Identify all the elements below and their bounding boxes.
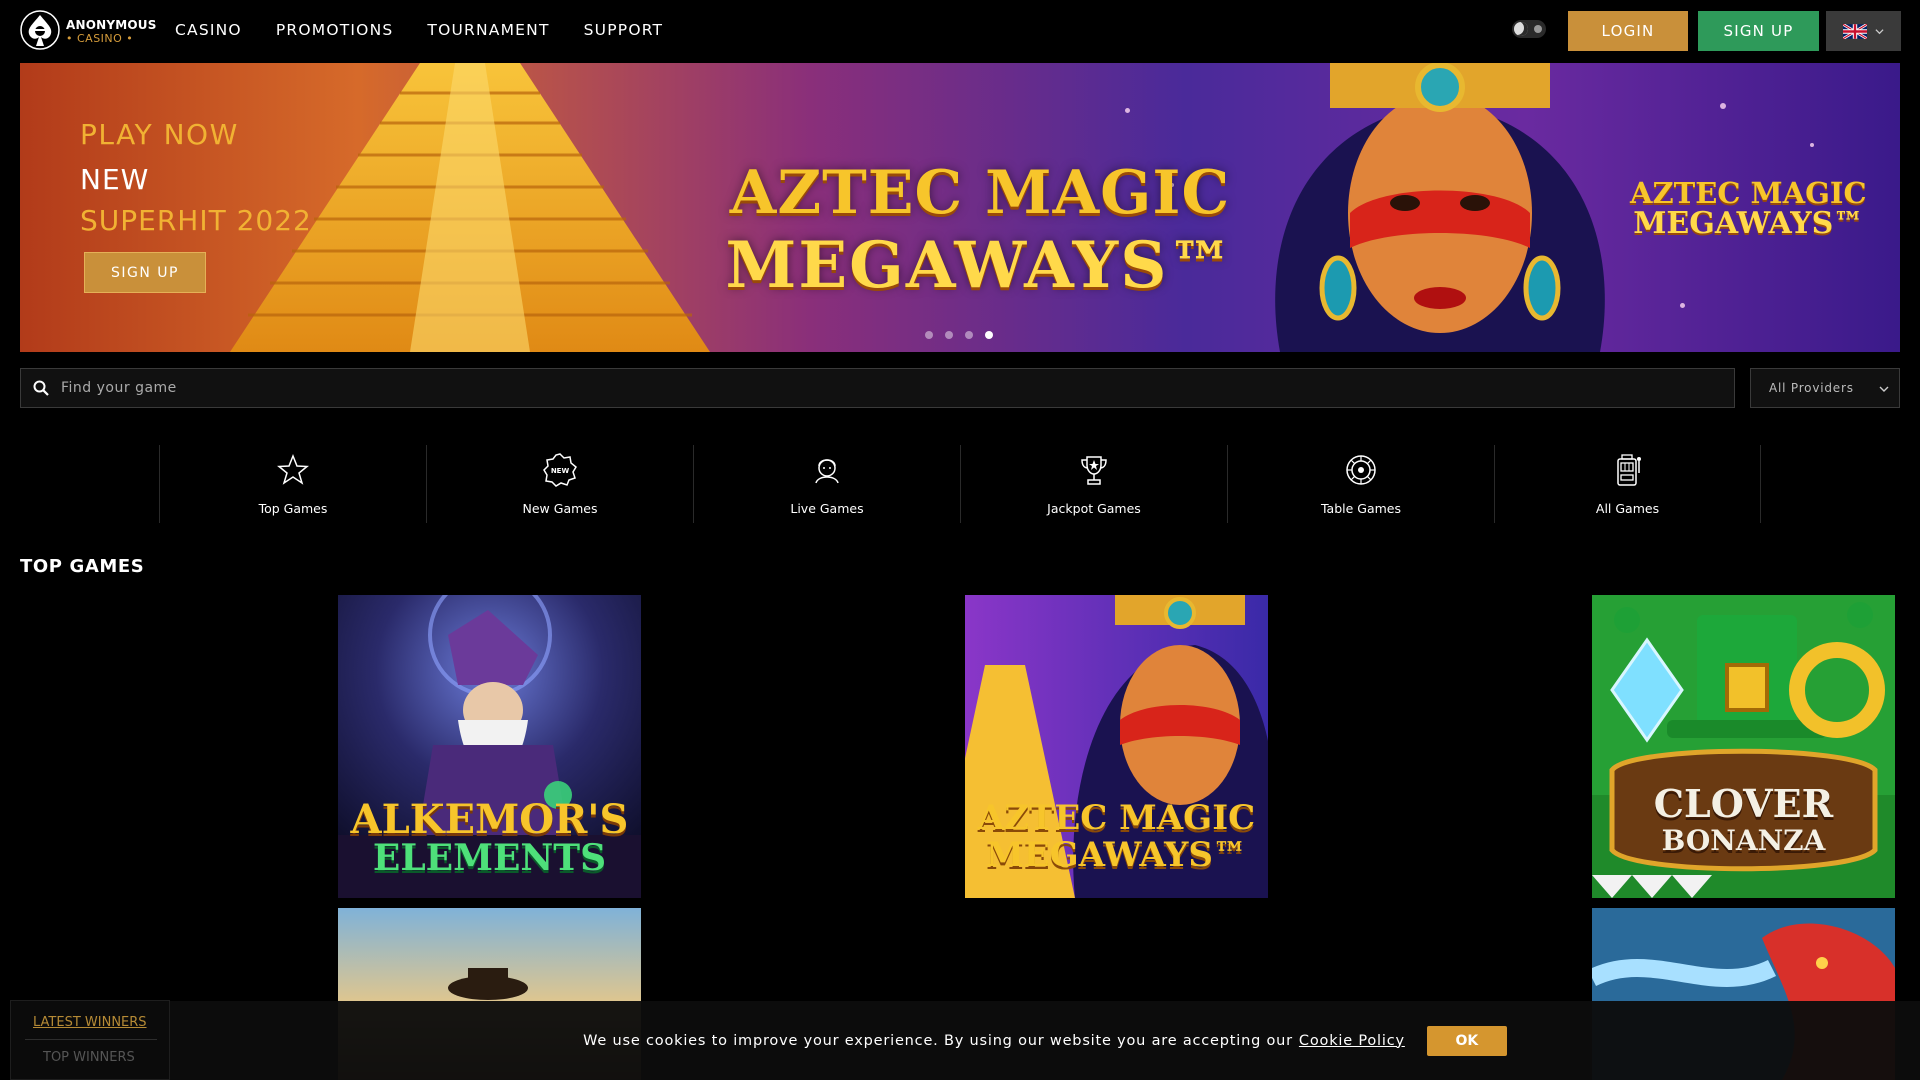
game-search [20, 368, 1735, 408]
carousel-dot[interactable] [945, 331, 953, 339]
uk-flag-icon [1843, 23, 1867, 39]
banner-logo-small-line1: AZTEC MAGIC [1630, 176, 1867, 210]
game-title-line1: CLOVER [1653, 781, 1834, 826]
slot-machine-icon [1616, 454, 1641, 486]
game-title-line1: ALKEMOR'S [350, 796, 629, 843]
carousel-dot-active[interactable] [985, 331, 993, 339]
game-title-line2: MEGAWAYS™ [986, 835, 1247, 876]
spade-logo-icon [20, 10, 60, 50]
sparkle [1125, 108, 1130, 113]
banner-game-logo-small: AZTEC MAGIC MEGAWAYS™ [1630, 178, 1867, 240]
section-title: TOP GAMES [20, 556, 145, 577]
trophy-icon [1081, 456, 1107, 485]
providers-label: All Providers [1769, 381, 1854, 395]
carousel-dot[interactable] [965, 331, 973, 339]
banner-headline: PLAY NOW NEW SUPERHIT 2022 [80, 118, 312, 237]
moon-icon [1514, 22, 1528, 36]
hero-banner[interactable]: AZTEC MAGIC MEGAWAYS™ AZTEC MAGIC MEGAWA… [20, 63, 1900, 352]
logo-text: ANONYMOUS • CASINO • [66, 19, 157, 44]
toggle-knob [1534, 25, 1542, 33]
search-input[interactable] [61, 380, 1661, 396]
top-winners-tab[interactable]: TOP WINNERS [43, 1050, 135, 1065]
star-icon [277, 453, 309, 485]
logo[interactable]: ANONYMOUS • CASINO • [20, 10, 157, 52]
game-tile-alkemors-elements[interactable]: ALKEMOR'S ELEMENTS [338, 595, 641, 898]
game-title-line1: AZTEC MAGIC [977, 798, 1256, 838]
category-table-games[interactable]: Table Games [1227, 445, 1494, 523]
brand-sub: • CASINO • [66, 31, 134, 45]
latest-winners-tab[interactable]: LATEST WINNERS [33, 1015, 147, 1030]
category-label: Top Games [258, 501, 328, 516]
banner-play-now: PLAY NOW [80, 118, 239, 151]
category-top-games[interactable]: Top Games [159, 445, 426, 523]
roulette-icon [1346, 455, 1376, 485]
sparkle [1680, 303, 1685, 308]
category-new-games[interactable]: NEW New Games [426, 445, 693, 523]
game-tile-clover-bonanza[interactable]: CLOVER BONANZA [1592, 595, 1895, 898]
theme-toggle[interactable] [1512, 20, 1546, 38]
banner-signup-button[interactable]: SIGN UP [85, 253, 205, 292]
cookie-text: We use cookies to improve your experienc… [583, 1032, 1293, 1049]
banner-game-logo: AZTEC MAGIC MEGAWAYS™ [710, 158, 1250, 303]
category-live-games[interactable]: Live Games [693, 445, 960, 523]
carousel-dots [925, 331, 1005, 339]
signup-button[interactable]: SIGN UP [1698, 11, 1819, 51]
banner-logo-small-line2: MEGAWAYS™ [1633, 206, 1864, 242]
game-title: ALKEMOR'S ELEMENTS [338, 796, 641, 879]
sparkle [1810, 143, 1814, 147]
carousel-dot[interactable] [925, 331, 933, 339]
category-label: All Games [1595, 501, 1660, 516]
header: ANONYMOUS • CASINO • CASINO PROMOTIONS T… [0, 0, 1920, 62]
providers-select[interactable]: All Providers [1750, 368, 1900, 408]
cookie-policy-link[interactable]: Cookie Policy [1299, 1033, 1405, 1049]
language-selector[interactable] [1826, 11, 1901, 51]
live-dealer-icon [815, 459, 839, 484]
nav-casino[interactable]: CASINO [175, 21, 242, 39]
aztec-woman-image [1275, 63, 1605, 352]
chevron-down-icon [1875, 28, 1884, 34]
cookie-banner: We use cookies to improve your experienc… [170, 1001, 1920, 1080]
category-label: Table Games [1320, 501, 1402, 516]
banner-logo-line1: AZTEC MAGIC [729, 158, 1231, 228]
nav-promotions[interactable]: PROMOTIONS [276, 21, 394, 39]
banner-new: NEW [80, 163, 150, 196]
new-badge-icon: NEW [543, 453, 577, 487]
main-nav: CASINO PROMOTIONS TOURNAMENT SUPPORT [175, 21, 697, 39]
brand-name: ANONYMOUS [66, 17, 157, 32]
nav-support[interactable]: SUPPORT [584, 21, 664, 39]
category-jackpot-games[interactable]: Jackpot Games [960, 445, 1227, 523]
divider [25, 1039, 157, 1040]
banner-superhit: SUPERHIT 2022 [80, 204, 312, 237]
category-label: Live Games [790, 501, 864, 516]
game-title: CLOVER BONANZA [1592, 785, 1895, 855]
game-title-line2: BONANZA [1661, 824, 1826, 857]
login-button[interactable]: LOGIN [1568, 11, 1688, 51]
game-tile-aztec-magic-megaways[interactable]: AZTEC MAGIC MEGAWAYS™ [965, 595, 1268, 898]
category-label: New Games [522, 501, 598, 516]
svg-text:NEW: NEW [551, 467, 570, 475]
chevron-down-icon [1879, 386, 1889, 392]
banner-logo-line2: MEGAWAYS™ [725, 228, 1235, 303]
search-icon [33, 380, 49, 396]
nav-tournament[interactable]: TOURNAMENT [427, 21, 549, 39]
game-title-line2: ELEMENTS [372, 837, 607, 879]
category-all-games[interactable]: All Games [1494, 445, 1761, 523]
category-bar: Top Games NEW New Games Live Games Jackp… [159, 445, 1761, 523]
cookie-ok-button[interactable]: OK [1426, 1025, 1507, 1056]
category-label: Jackpot Games [1047, 501, 1141, 516]
game-title: AZTEC MAGIC MEGAWAYS™ [965, 798, 1268, 876]
winners-panel: LATEST WINNERS TOP WINNERS [10, 1000, 170, 1080]
sparkle [1720, 103, 1726, 109]
